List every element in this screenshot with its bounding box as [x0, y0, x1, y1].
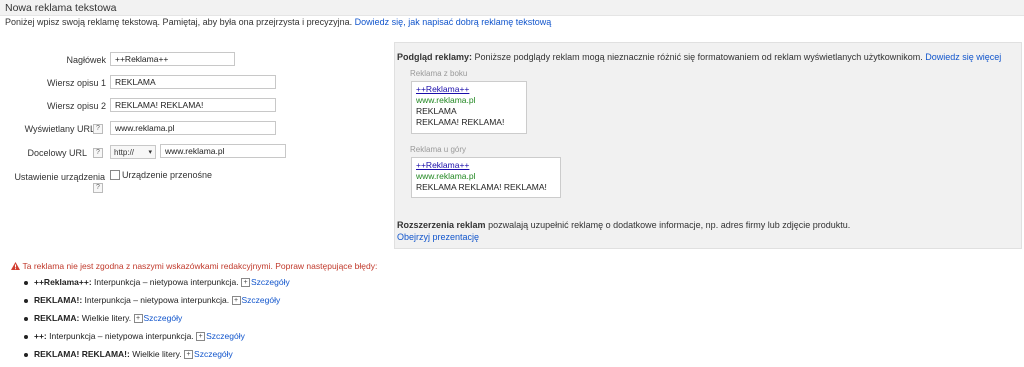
side-ad-title: ++Reklama++ — [416, 84, 470, 94]
error-term: REKLAMA! REKLAMA!: — [34, 349, 130, 359]
preview-heading-text: Poniższe podglądy reklam mogą nieznaczni… — [474, 52, 923, 62]
side-ad-line1: REKLAMA — [416, 106, 457, 116]
error-text: Wielkie litery. — [132, 349, 182, 359]
preview-heading: Podgląd reklamy: Poniższe podglądy rekla… — [397, 52, 1021, 62]
warning-icon — [11, 262, 20, 270]
error-list: ++Reklama++: Interpunkcja – nietypowa in… — [24, 277, 290, 367]
dest-url-input[interactable]: www.reklama.pl — [160, 144, 286, 158]
mobile-device-label: Urządzenie przenośne — [122, 170, 213, 180]
error-text: Interpunkcja – nietypowa interpunkcja. — [84, 295, 230, 305]
error-item: REKLAMA: Wielkie litery. + Szczegóły — [24, 313, 290, 331]
expand-icon[interactable]: + — [184, 350, 194, 360]
bullet — [24, 280, 28, 285]
device-label: Ustawienie urządzenia — [14, 172, 105, 182]
preview-learn-more-link[interactable]: Dowiedz się więcej — [925, 52, 1001, 62]
header-bar — [0, 0, 1024, 16]
preview-panel — [394, 42, 1022, 249]
top-ad-title: ++Reklama++ — [416, 160, 470, 170]
details-link[interactable]: Szczegóły — [144, 313, 183, 323]
error-text: Wielkie litery. — [81, 313, 132, 323]
intro-help-link[interactable]: Dowiedz się, jak napisać dobrą reklamę t… — [355, 17, 552, 27]
expand-icon[interactable]: + — [133, 314, 143, 324]
bullet — [24, 316, 28, 321]
device-help-icon[interactable]: ? — [93, 183, 103, 193]
warning-row: Ta reklama nie jest zgodna z naszymi wsk… — [11, 261, 377, 271]
desc1-label: Wiersz opisu 1 — [46, 78, 106, 88]
top-ad-label: Reklama u góry — [410, 145, 467, 154]
mobile-device-checkbox[interactable] — [110, 170, 120, 180]
top-ad-desc: REKLAMA REKLAMA! REKLAMA! — [416, 182, 547, 192]
bullet — [24, 352, 28, 357]
details-link[interactable]: Szczegóły — [194, 349, 233, 359]
bullet — [24, 298, 28, 303]
details-link[interactable]: Szczegóły — [206, 331, 245, 341]
top-ad-url: www.reklama.pl — [416, 171, 476, 181]
error-text: Interpunkcja – nietypowa interpunkcja. — [94, 277, 239, 287]
page-title: Nowa reklama tekstowa — [5, 2, 117, 14]
error-item: ++Reklama++: Interpunkcja – nietypowa in… — [24, 277, 290, 295]
desc2-input[interactable]: REKLAMA! REKLAMA! — [110, 98, 276, 112]
desc1-input[interactable]: REKLAMA — [110, 75, 276, 89]
top-ad-preview: ++Reklama++ www.reklama.pl REKLAMA REKLA… — [411, 157, 561, 198]
error-item: ++: Interpunkcja – nietypowa interpunkcj… — [24, 331, 290, 349]
preview-heading-bold: Podgląd reklamy: — [397, 52, 473, 62]
error-item: REKLAMA! REKLAMA!: Wielkie litery. + Szcz… — [24, 349, 290, 367]
headline-input[interactable]: ++Reklama++ — [110, 52, 235, 66]
dest-url-help-icon[interactable]: ? — [93, 148, 103, 158]
dest-url-label: Docelowy URL — [27, 148, 87, 158]
error-term: ++: — [34, 331, 47, 341]
side-ad-label: Reklama z boku — [410, 69, 468, 78]
headline-label: Nagłówek — [66, 55, 106, 65]
bullet — [24, 334, 28, 339]
display-url-label: Wyświetlany URL — [24, 124, 95, 134]
display-url-input[interactable]: www.reklama.pl — [110, 121, 276, 135]
expand-icon[interactable]: + — [241, 278, 250, 288]
error-term: REKLAMA!: — [34, 295, 83, 305]
intro-text: Poniżej wpisz swoją reklamę tekstową. Pa… — [5, 17, 551, 27]
side-ad-line2: REKLAMA! REKLAMA! — [416, 117, 505, 127]
expand-icon[interactable]: + — [231, 296, 241, 306]
protocol-value: http:// — [114, 148, 135, 157]
error-text: Interpunkcja – nietypowa interpunkcja. — [49, 331, 194, 341]
error-item: REKLAMA!: Interpunkcja – nietypowa inter… — [24, 295, 290, 313]
extensions-text: Rozszerzenia reklam pozwalają uzupełnić … — [397, 220, 850, 230]
error-term: ++Reklama++: — [34, 277, 92, 287]
watch-presentation-link[interactable]: Obejrzyj prezentację — [397, 232, 479, 242]
extensions-bold: Rozszerzenia reklam — [397, 220, 486, 230]
warning-text: Ta reklama nie jest zgodna z naszymi wsk… — [22, 261, 378, 271]
expand-icon[interactable]: + — [196, 332, 206, 342]
side-ad-preview: ++Reklama++ www.reklama.pl REKLAMA REKLA… — [411, 81, 527, 134]
chevron-down-icon: ▾ — [148, 149, 152, 156]
extensions-desc: pozwalają uzupełnić reklamę o dodatkowe … — [488, 220, 851, 230]
details-link[interactable]: Szczegóły — [251, 277, 290, 287]
side-ad-url: www.reklama.pl — [416, 95, 476, 105]
error-term: REKLAMA: — [34, 313, 80, 323]
intro-description: Poniżej wpisz swoją reklamę tekstową. Pa… — [5, 17, 353, 27]
desc2-label: Wiersz opisu 2 — [46, 101, 106, 111]
display-url-help-icon[interactable]: ? — [93, 124, 103, 134]
details-link[interactable]: Szczegóły — [242, 295, 281, 305]
protocol-select[interactable]: http:// ▾ — [110, 145, 156, 159]
